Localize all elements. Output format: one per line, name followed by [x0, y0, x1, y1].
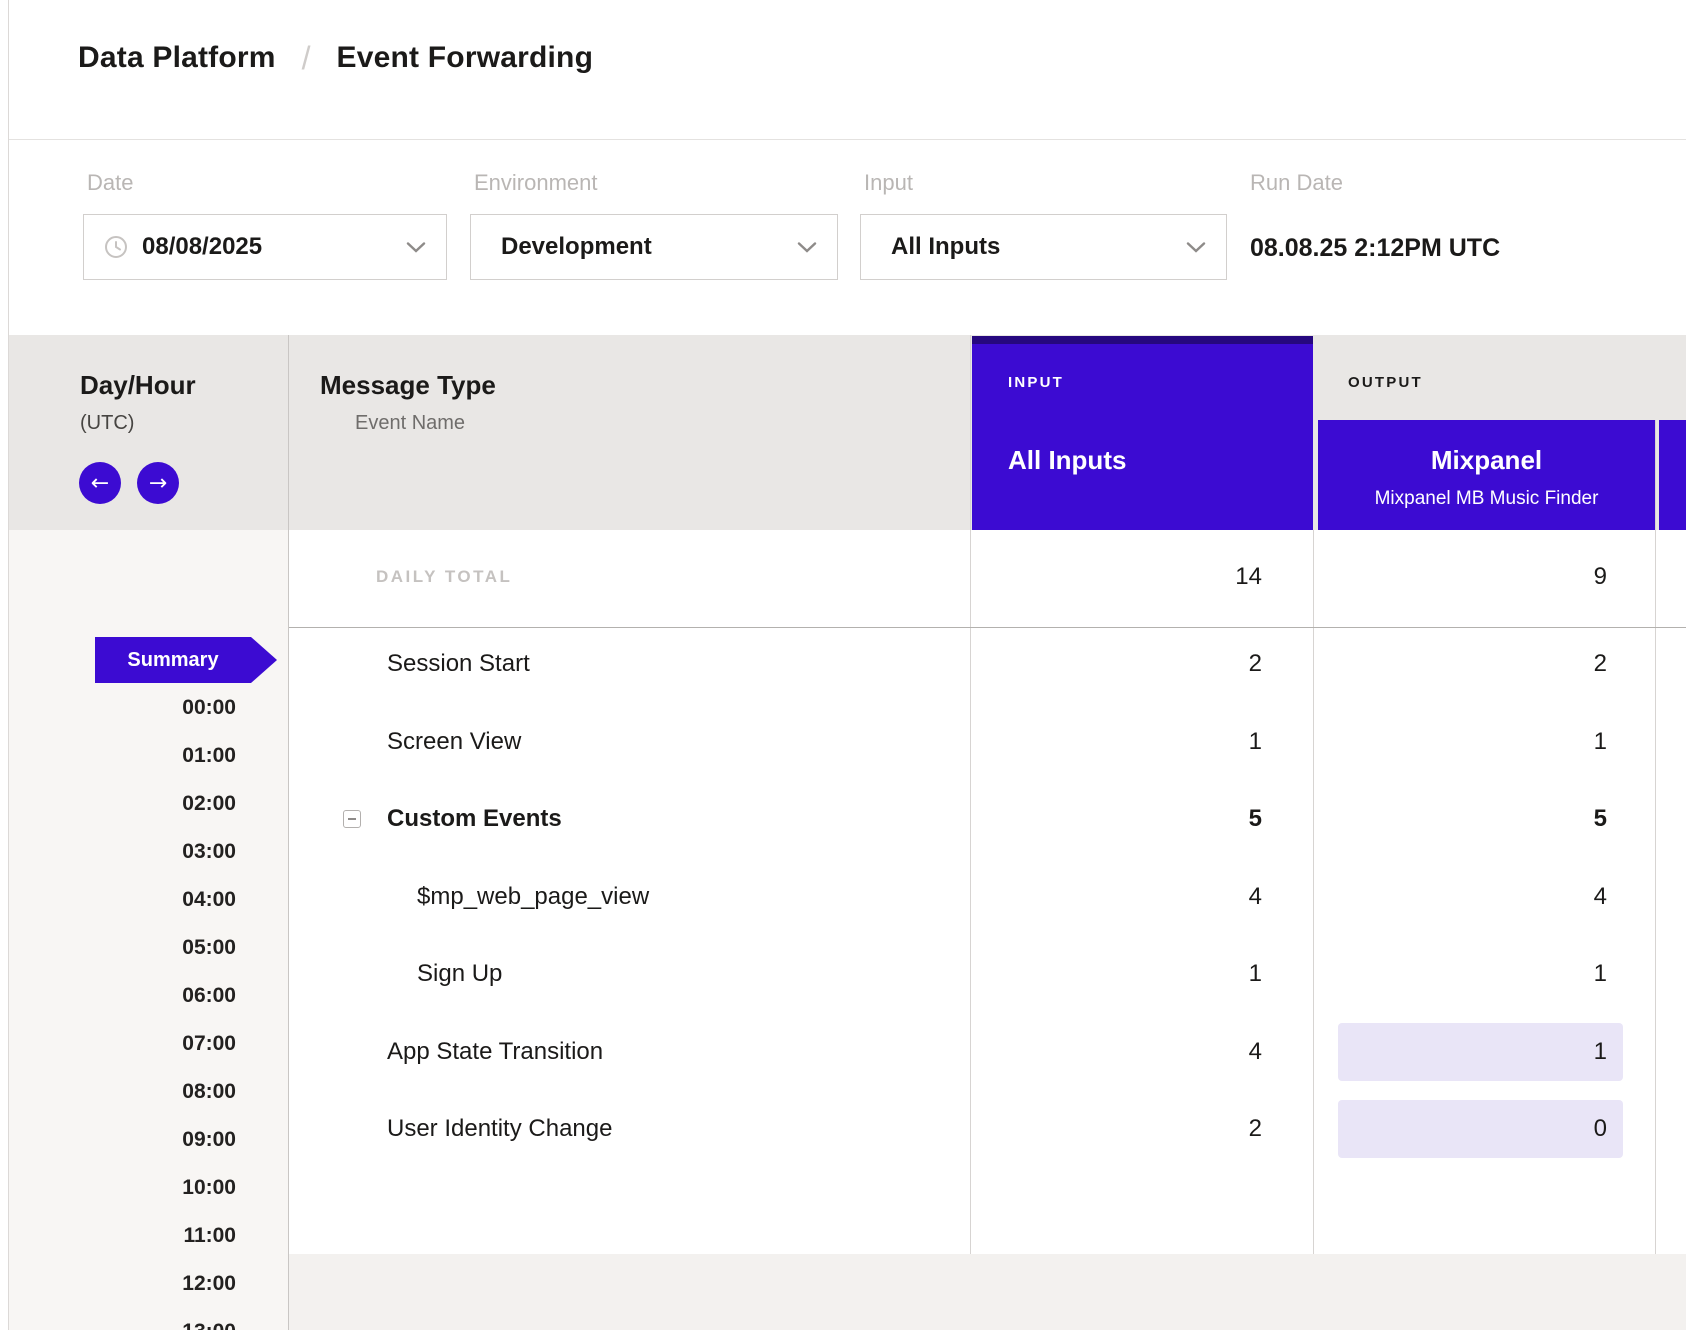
hour-label-0800[interactable]: 08:00: [76, 1079, 236, 1105]
next-day-button[interactable]: →: [137, 462, 179, 504]
chevron-down-icon: [406, 242, 426, 253]
output-section-label: OUTPUT: [1348, 373, 1423, 393]
hour-label-0400[interactable]: 04:00: [76, 887, 236, 913]
hour-label-0500[interactable]: 05:00: [76, 935, 236, 961]
hour-label-0900[interactable]: 09:00: [76, 1127, 236, 1153]
input-column-name: All Inputs: [1008, 444, 1126, 476]
rail-divider-line: [288, 335, 289, 1330]
input-select[interactable]: All Inputs: [860, 214, 1227, 280]
hour-label-1000[interactable]: 10:00: [76, 1175, 236, 1201]
hour-label-0300[interactable]: 03:00: [76, 839, 236, 865]
daily-total-input-value: 14: [1062, 562, 1262, 592]
summary-badge[interactable]: Summary: [95, 637, 277, 683]
arrow-right-icon: →: [149, 471, 167, 496]
breadcrumb-page: Event Forwarding: [337, 41, 594, 75]
input-count-value: 2: [1062, 649, 1262, 679]
event-row-label: $mp_web_page_view: [417, 882, 649, 912]
previous-day-button[interactable]: ←: [79, 462, 121, 504]
arrow-left-icon: ←: [91, 471, 109, 496]
day-hour-title: Day/Hour: [80, 369, 196, 401]
daily-total-label: DAILY TOTAL: [376, 564, 512, 590]
output-count-value: 0: [1407, 1114, 1607, 1144]
hour-label-1300[interactable]: 13:00: [76, 1319, 236, 1330]
input-count-value: 4: [1062, 1037, 1262, 1067]
column-divider-output: [1313, 530, 1314, 1330]
column-divider-input: [970, 335, 971, 1330]
next-output-column-partial: [1659, 420, 1686, 530]
chevron-down-icon: [1186, 242, 1206, 253]
message-type-title: Message Type: [320, 369, 496, 401]
date-label: Date: [87, 170, 133, 196]
event-row-label: Custom Events: [387, 804, 562, 834]
breadcrumb: Data Platform / Event Forwarding: [78, 36, 593, 80]
event-row-label: Session Start: [387, 649, 530, 679]
output-count-value: 5: [1407, 804, 1607, 834]
environment-label: Environment: [474, 170, 598, 196]
input-section-label: INPUT: [1008, 373, 1064, 393]
run-date-value: 08.08.25 2:12PM UTC: [1250, 232, 1500, 264]
environment-value: Development: [501, 233, 652, 261]
header-divider: [9, 139, 1686, 140]
input-filter-value: All Inputs: [891, 233, 1000, 261]
event-row-label: User Identity Change: [387, 1114, 612, 1144]
hour-label-0100[interactable]: 01:00: [76, 743, 236, 769]
output-count-value: 1: [1407, 959, 1607, 989]
hour-label-0000[interactable]: 00:00: [76, 695, 236, 721]
hour-label-0200[interactable]: 02:00: [76, 791, 236, 817]
chevron-down-icon: [797, 242, 817, 253]
output-count-value: 4: [1407, 882, 1607, 912]
hour-label-0600[interactable]: 06:00: [76, 983, 236, 1009]
breadcrumb-section[interactable]: Data Platform: [78, 41, 276, 75]
input-count-value: 1: [1062, 959, 1262, 989]
breadcrumb-separator: /: [302, 40, 311, 77]
clock-icon: [104, 235, 128, 259]
event-row-label: Screen View: [387, 727, 521, 757]
run-date-label: Run Date: [1250, 170, 1343, 196]
day-hour-subtitle: (UTC): [80, 410, 134, 436]
environment-select[interactable]: Development: [470, 214, 838, 280]
table-footer-band: [289, 1254, 1686, 1330]
daily-total-output-value: 9: [1407, 562, 1607, 592]
input-count-value: 1: [1062, 727, 1262, 757]
input-column-header[interactable]: INPUT All Inputs: [972, 336, 1313, 530]
input-count-value: 2: [1062, 1114, 1262, 1144]
input-column-accent-strip: [972, 336, 1313, 344]
daily-total-border: [289, 627, 1686, 628]
date-value: 08/08/2025: [142, 233, 262, 261]
hour-label-1100[interactable]: 11:00: [76, 1223, 236, 1249]
hour-label-1200[interactable]: 12:00: [76, 1271, 236, 1297]
minus-glyph: [348, 818, 356, 820]
input-filter-label: Input: [864, 170, 913, 196]
column-divider-next-output: [1655, 420, 1656, 1330]
summary-badge-label: Summary: [127, 649, 218, 672]
output-count-value: 2: [1407, 649, 1607, 679]
date-select[interactable]: 08/08/2025: [83, 214, 447, 280]
input-count-value: 5: [1062, 804, 1262, 834]
output-count-value: 1: [1407, 727, 1607, 757]
output-count-value: 1: [1407, 1037, 1607, 1067]
event-forwarding-page: Data Platform / Event Forwarding Date 08…: [0, 0, 1686, 1330]
input-count-value: 4: [1062, 882, 1262, 912]
event-name-subtitle: Event Name: [355, 410, 465, 436]
output-column-subtitle: Mixpanel MB Music Finder: [1318, 486, 1655, 512]
event-row-label: Sign Up: [417, 959, 502, 989]
collapse-group-icon[interactable]: [343, 810, 361, 828]
output-column-header[interactable]: Mixpanel Mixpanel MB Music Finder: [1318, 420, 1655, 530]
hour-label-0700[interactable]: 07:00: [76, 1031, 236, 1057]
event-row-label: App State Transition: [387, 1037, 603, 1067]
output-column-name: Mixpanel: [1318, 444, 1655, 476]
